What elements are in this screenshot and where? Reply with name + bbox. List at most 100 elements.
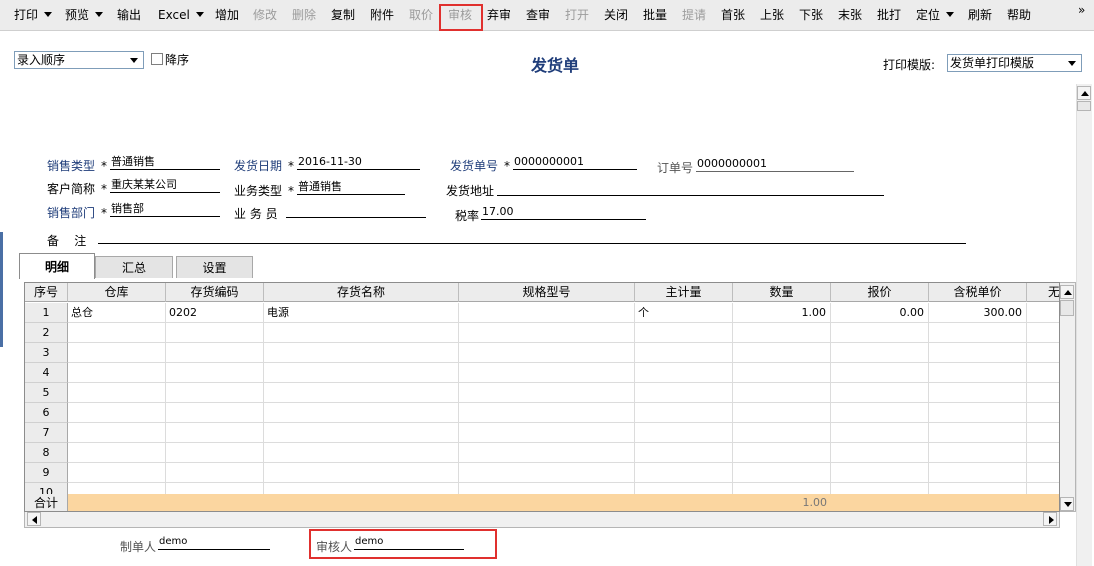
column-header[interactable]: 存货编码	[166, 283, 264, 302]
print-button[interactable]: 打印	[12, 5, 54, 25]
grid-cell-extra[interactable]	[1027, 443, 1059, 463]
next-button[interactable]: 下张	[797, 5, 825, 25]
grid-cell-spec[interactable]	[459, 403, 635, 423]
export-button[interactable]: 输出	[115, 5, 143, 25]
grid-vertical-scrollbar[interactable]	[1060, 282, 1076, 512]
row-number[interactable]: 9	[25, 463, 68, 483]
chevron-down-icon[interactable]	[1065, 55, 1079, 71]
descending-checkbox[interactable]	[151, 53, 163, 65]
grid-cell-qty[interactable]	[733, 323, 831, 343]
grid-cell-unit[interactable]	[635, 403, 733, 423]
grid-cell-spec[interactable]	[459, 463, 635, 483]
open-button[interactable]: 打开	[563, 5, 591, 25]
grid-cell-unit[interactable]: 个	[635, 303, 733, 323]
grid-cell-spec[interactable]	[459, 343, 635, 363]
scroll-up-button[interactable]	[1077, 86, 1091, 100]
close-button[interactable]: 关闭	[602, 5, 630, 25]
grid-cell-price[interactable]	[929, 363, 1027, 383]
batch-button[interactable]: 批量	[641, 5, 669, 25]
grid-cell-qty[interactable]	[733, 343, 831, 363]
grid-cell-code[interactable]	[166, 423, 264, 443]
grid-cell-extra[interactable]	[1027, 383, 1059, 403]
tax-rate-field[interactable]: 17.00	[481, 205, 646, 220]
grid-cell-spec[interactable]	[459, 383, 635, 403]
grid-cell-quote[interactable]: 0.00	[831, 303, 929, 323]
grid-cell-price[interactable]: 300.00	[929, 303, 1027, 323]
column-header[interactable]: 数量	[733, 283, 831, 302]
grid-cell-extra[interactable]	[1027, 403, 1059, 423]
scroll-thumb[interactable]	[1077, 101, 1091, 111]
grid-cell-quote[interactable]	[831, 423, 929, 443]
remark-field[interactable]	[98, 229, 966, 244]
grid-cell-unit[interactable]	[635, 383, 733, 403]
previous-button[interactable]: 上张	[758, 5, 786, 25]
grid-cell-quote[interactable]	[831, 323, 929, 343]
attachment-button[interactable]: 附件	[368, 5, 396, 25]
tab-detail[interactable]: 明细	[19, 253, 95, 279]
grid-cell-name[interactable]	[264, 443, 459, 463]
grid-scroll-left-button[interactable]	[27, 512, 41, 526]
grid-cell-quote[interactable]	[831, 463, 929, 483]
help-button[interactable]: 帮助	[1005, 5, 1033, 25]
grid-cell-quote[interactable]	[831, 383, 929, 403]
column-header[interactable]: 报价	[831, 283, 929, 302]
sales-type-field[interactable]: 普通销售	[110, 155, 220, 170]
row-number[interactable]: 7	[25, 423, 68, 443]
column-header[interactable]: 存货名称	[264, 283, 459, 302]
first-button[interactable]: 首张	[719, 5, 747, 25]
row-number[interactable]: 2	[25, 323, 68, 343]
ship-date-field[interactable]: 2016-11-30	[297, 155, 420, 170]
grid-cell-warehouse[interactable]	[68, 383, 166, 403]
chevron-down-icon[interactable]	[127, 52, 141, 68]
grid-cell-warehouse[interactable]	[68, 463, 166, 483]
row-number[interactable]: 6	[25, 403, 68, 423]
grid-cell-extra[interactable]	[1027, 423, 1059, 443]
grid-cell-name[interactable]	[264, 363, 459, 383]
grid-cell-unit[interactable]	[635, 463, 733, 483]
grid-cell-qty[interactable]	[733, 443, 831, 463]
column-header[interactable]: 规格型号	[459, 283, 635, 302]
grid-cell-spec[interactable]	[459, 303, 635, 323]
grid-cell-price[interactable]	[929, 403, 1027, 423]
grid-scroll-right-button[interactable]	[1043, 512, 1057, 526]
grid-cell-spec[interactable]	[459, 363, 635, 383]
more-chevron-icon[interactable]: »	[1078, 3, 1085, 17]
grid-cell-qty[interactable]	[733, 463, 831, 483]
grid-cell-name[interactable]	[264, 343, 459, 363]
grid-cell-price[interactable]	[929, 423, 1027, 443]
business-type-field[interactable]: 普通销售	[297, 180, 405, 195]
check-audit-button[interactable]: 查审	[524, 5, 552, 25]
refresh-button[interactable]: 刷新	[966, 5, 994, 25]
grid-cell-price[interactable]	[929, 323, 1027, 343]
copy-button[interactable]: 复制	[329, 5, 357, 25]
grid-cell-price[interactable]	[929, 383, 1027, 403]
preview-button[interactable]: 预览	[63, 5, 105, 25]
grid-cell-name[interactable]	[264, 323, 459, 343]
grid-cell-extra[interactable]	[1027, 343, 1059, 363]
grid-scroll-down-button[interactable]	[1060, 497, 1074, 511]
grid-cell-warehouse[interactable]	[68, 443, 166, 463]
row-number[interactable]: 3	[25, 343, 68, 363]
grid-cell-name[interactable]	[264, 403, 459, 423]
grid-cell-code[interactable]	[166, 443, 264, 463]
add-button[interactable]: 增加	[213, 5, 241, 25]
tab-summary[interactable]: 汇总	[95, 256, 173, 278]
sales-dept-field[interactable]: 销售部	[110, 202, 220, 217]
column-header[interactable]: 无	[1027, 283, 1059, 302]
row-number[interactable]: 4	[25, 363, 68, 383]
grid-cell-price[interactable]	[929, 463, 1027, 483]
print-template-select[interactable]: 发货单打印模版	[947, 54, 1082, 72]
grid-cell-qty[interactable]	[733, 403, 831, 423]
grid-cell-quote[interactable]	[831, 343, 929, 363]
grid-scroll-thumb[interactable]	[1060, 300, 1074, 316]
grid-cell-qty[interactable]	[733, 383, 831, 403]
grid-cell-name[interactable]	[264, 423, 459, 443]
tab-settings[interactable]: 设置	[176, 256, 253, 278]
grid-cell-name[interactable]	[264, 383, 459, 403]
batch-print-button[interactable]: 批打	[875, 5, 903, 25]
grid-cell-unit[interactable]	[635, 363, 733, 383]
grid-cell-qty[interactable]	[733, 423, 831, 443]
locate-button[interactable]: 定位	[914, 5, 956, 25]
grid-cell-qty[interactable]: 1.00	[733, 303, 831, 323]
grid-cell-warehouse[interactable]	[68, 423, 166, 443]
